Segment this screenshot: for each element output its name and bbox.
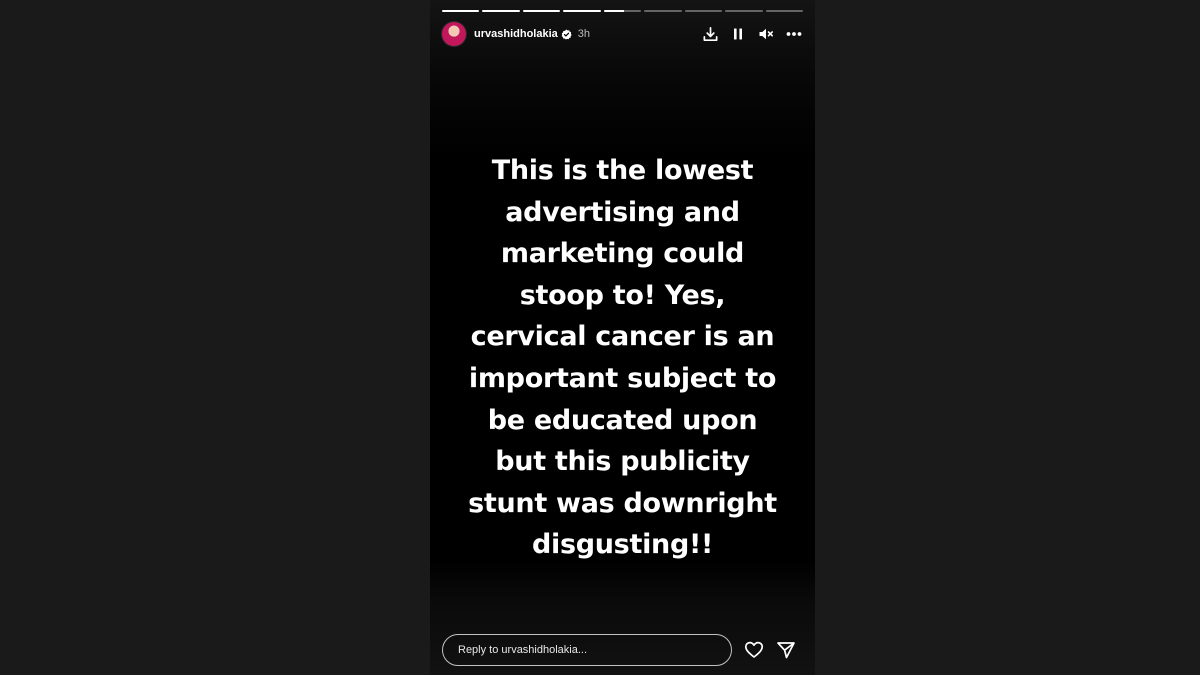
progress-segment-fill xyxy=(482,10,520,12)
progress-segment-fill xyxy=(603,10,625,12)
progress-segment xyxy=(482,10,520,12)
progress-segment xyxy=(603,10,642,12)
pause-icon[interactable] xyxy=(729,25,747,43)
progress-segment-fill xyxy=(522,10,561,12)
story-actions xyxy=(744,640,796,660)
progress-segment xyxy=(644,10,682,12)
story-controls xyxy=(701,25,803,43)
reply-input[interactable] xyxy=(442,634,732,666)
story-progress-bar xyxy=(442,10,803,12)
progress-segment xyxy=(725,10,763,12)
post-time: 3h xyxy=(577,28,591,40)
avatar[interactable] xyxy=(442,22,466,46)
username[interactable]: urvashidholakia xyxy=(474,28,558,40)
progress-segment xyxy=(522,10,561,12)
progress-segment-fill xyxy=(563,10,601,12)
progress-segment-fill xyxy=(442,10,480,12)
story-text: This is the lowest advertising and marke… xyxy=(468,155,777,561)
progress-segment xyxy=(684,10,723,12)
send-icon[interactable] xyxy=(776,640,796,660)
download-icon[interactable] xyxy=(701,25,719,43)
story-header: urvashidholakia 3h xyxy=(442,20,803,48)
heart-icon[interactable] xyxy=(744,640,764,660)
verified-badge-icon xyxy=(561,29,572,40)
more-icon[interactable] xyxy=(785,25,803,43)
story-footer xyxy=(442,633,803,667)
progress-segment xyxy=(563,10,601,12)
progress-segment xyxy=(765,10,803,12)
mute-icon[interactable] xyxy=(757,25,775,43)
story-viewer: urvashidholakia 3h This is the lowest ad… xyxy=(430,0,815,675)
progress-segment xyxy=(442,10,480,12)
